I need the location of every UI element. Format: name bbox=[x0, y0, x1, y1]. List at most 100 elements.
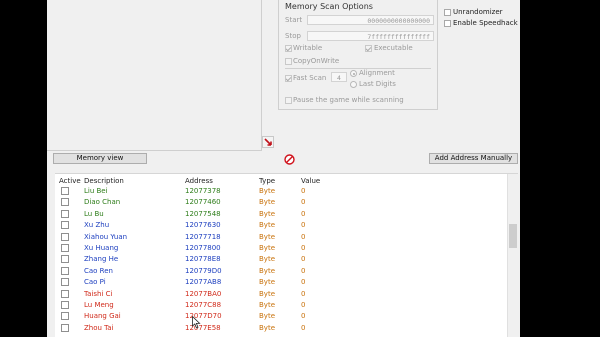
row-address: 12077D70 bbox=[185, 312, 222, 321]
row-active-checkbox[interactable] bbox=[61, 301, 69, 309]
row-type: Byte bbox=[259, 266, 275, 275]
row-active-checkbox[interactable] bbox=[61, 244, 69, 252]
start-label: Start bbox=[285, 16, 303, 24]
row-type: Byte bbox=[259, 209, 275, 218]
row-description: Cao Ren bbox=[84, 266, 113, 275]
row-type: Byte bbox=[259, 278, 275, 287]
writable-label: Writable bbox=[293, 44, 323, 52]
row-description: Lu Bu bbox=[84, 209, 104, 218]
executable-label: Executable bbox=[374, 44, 413, 52]
address-list-scrollbar[interactable] bbox=[507, 174, 518, 337]
header-value[interactable]: Value bbox=[301, 177, 320, 185]
table-row[interactable]: Lu Bu 12077548 Byte 0 bbox=[55, 209, 505, 220]
table-row[interactable]: Taishi Ci 12077BA0 Byte 0 bbox=[55, 289, 505, 300]
row-address: 12077C88 bbox=[185, 301, 222, 309]
header-type[interactable]: Type bbox=[259, 177, 275, 185]
copyonwrite-checkbox[interactable] bbox=[285, 58, 292, 65]
row-description: Lu Meng bbox=[84, 301, 114, 309]
fast-scan-checkbox[interactable] bbox=[285, 75, 292, 82]
row-address: 12077460 bbox=[185, 198, 221, 207]
row-active-checkbox[interactable] bbox=[61, 232, 69, 241]
row-description: Xu Zhu bbox=[84, 221, 110, 230]
row-address: 120779D0 bbox=[185, 266, 222, 275]
table-row[interactable]: Zhou Tai 12077E58 Byte 0 bbox=[55, 323, 505, 334]
row-value: 0 bbox=[301, 244, 306, 252]
row-value: 0 bbox=[301, 187, 306, 195]
row-description: Zhou Tai bbox=[84, 323, 114, 332]
scan-options-separator bbox=[285, 68, 431, 69]
row-active-checkbox[interactable] bbox=[61, 198, 69, 207]
memory-view-button[interactable]: Memory view bbox=[53, 153, 147, 164]
row-type: Byte bbox=[259, 244, 275, 252]
speedhack-label: Enable Speedhack bbox=[453, 19, 518, 27]
memory-scan-options-title: Memory Scan Options bbox=[285, 2, 373, 11]
row-active-checkbox[interactable] bbox=[61, 266, 69, 275]
writable-checkbox[interactable] bbox=[285, 45, 292, 52]
unrandomizer-label: Unrandomizer bbox=[453, 8, 503, 16]
table-row[interactable]: Cao Pi 12077AB8 Byte 0 bbox=[55, 277, 505, 288]
row-description: Cao Pi bbox=[84, 278, 106, 287]
row-active-checkbox[interactable] bbox=[61, 289, 69, 298]
row-type: Byte bbox=[259, 198, 275, 207]
scrollbar-thumb[interactable] bbox=[509, 224, 517, 248]
row-address: 12077E58 bbox=[185, 323, 221, 332]
row-value: 0 bbox=[301, 289, 306, 298]
row-address: 12077718 bbox=[185, 232, 221, 241]
table-row[interactable]: Cao Ren 120779D0 Byte 0 bbox=[55, 266, 505, 277]
add-address-manually-button[interactable]: Add Address Manually bbox=[429, 153, 518, 164]
pause-game-label: Pause the game while scanning bbox=[293, 96, 404, 104]
table-row[interactable]: Xu Zhu 12077630 Byte 0 bbox=[55, 220, 505, 231]
last-digits-label: Last Digits bbox=[359, 80, 396, 88]
row-type: Byte bbox=[259, 232, 275, 241]
row-active-checkbox[interactable] bbox=[61, 187, 69, 195]
row-active-checkbox[interactable] bbox=[61, 255, 69, 264]
row-value: 0 bbox=[301, 221, 306, 230]
row-address: 12077548 bbox=[185, 209, 221, 218]
pause-game-checkbox[interactable] bbox=[285, 97, 292, 104]
row-value: 0 bbox=[301, 255, 306, 264]
row-active-checkbox[interactable] bbox=[61, 312, 69, 321]
row-value: 0 bbox=[301, 198, 306, 207]
row-active-checkbox[interactable] bbox=[61, 221, 69, 230]
row-type: Byte bbox=[259, 323, 275, 332]
found-addresses-panel[interactable] bbox=[47, 0, 262, 151]
table-row[interactable]: Xu Huang 12077800 Byte 0 bbox=[55, 243, 505, 254]
address-list[interactable]: Active Description Address Type Value Li… bbox=[55, 173, 518, 337]
table-row[interactable]: Lu Meng 12077C88 Byte 0 bbox=[55, 300, 505, 311]
stop-address-field[interactable]: 7fffffffffffffff bbox=[307, 31, 434, 41]
stop-label: Stop bbox=[285, 32, 301, 40]
alignment-label: Alignment bbox=[359, 69, 395, 77]
row-active-checkbox[interactable] bbox=[61, 209, 69, 218]
stop-circle-icon[interactable] bbox=[284, 154, 295, 165]
header-address[interactable]: Address bbox=[185, 177, 213, 185]
table-row[interactable]: Zhang He 120778E8 Byte 0 bbox=[55, 254, 505, 265]
row-value: 0 bbox=[301, 278, 306, 287]
row-type: Byte bbox=[259, 312, 275, 321]
table-row[interactable]: Xiahou Yuan 12077718 Byte 0 bbox=[55, 232, 505, 243]
table-row[interactable]: Diao Chan 12077460 Byte 0 bbox=[55, 197, 505, 208]
executable-checkbox[interactable] bbox=[365, 45, 372, 52]
speedhack-checkbox[interactable] bbox=[444, 20, 451, 27]
memory-scan-options-group: Memory Scan Options Start 00000000000000… bbox=[278, 0, 438, 110]
mouse-cursor-icon bbox=[192, 316, 201, 329]
row-active-checkbox[interactable] bbox=[61, 278, 69, 287]
red-arrow-pointer-icon[interactable] bbox=[262, 136, 274, 148]
row-active-checkbox[interactable] bbox=[61, 323, 69, 332]
row-description: Xu Huang bbox=[84, 244, 119, 252]
fast-scan-value-field[interactable]: 4 bbox=[331, 72, 347, 82]
table-row[interactable]: Huang Gai 12077D70 Byte 0 bbox=[55, 311, 505, 322]
row-type: Byte bbox=[259, 301, 275, 309]
row-type: Byte bbox=[259, 187, 275, 195]
start-address-field[interactable]: 0000000000000000 bbox=[307, 15, 434, 25]
header-description[interactable]: Description bbox=[84, 177, 124, 185]
row-value: 0 bbox=[301, 209, 306, 218]
cheat-engine-window: Memory Scan Options Start 00000000000000… bbox=[47, 0, 520, 337]
unrandomizer-checkbox[interactable] bbox=[444, 9, 451, 16]
last-digits-radio[interactable] bbox=[350, 81, 357, 88]
header-active[interactable]: Active bbox=[59, 177, 81, 185]
row-value: 0 bbox=[301, 301, 306, 309]
table-row[interactable]: Liu Bei 12077378 Byte 0 bbox=[55, 186, 505, 197]
row-value: 0 bbox=[301, 232, 306, 241]
row-description: Zhang He bbox=[84, 255, 119, 264]
alignment-radio[interactable] bbox=[350, 70, 357, 77]
